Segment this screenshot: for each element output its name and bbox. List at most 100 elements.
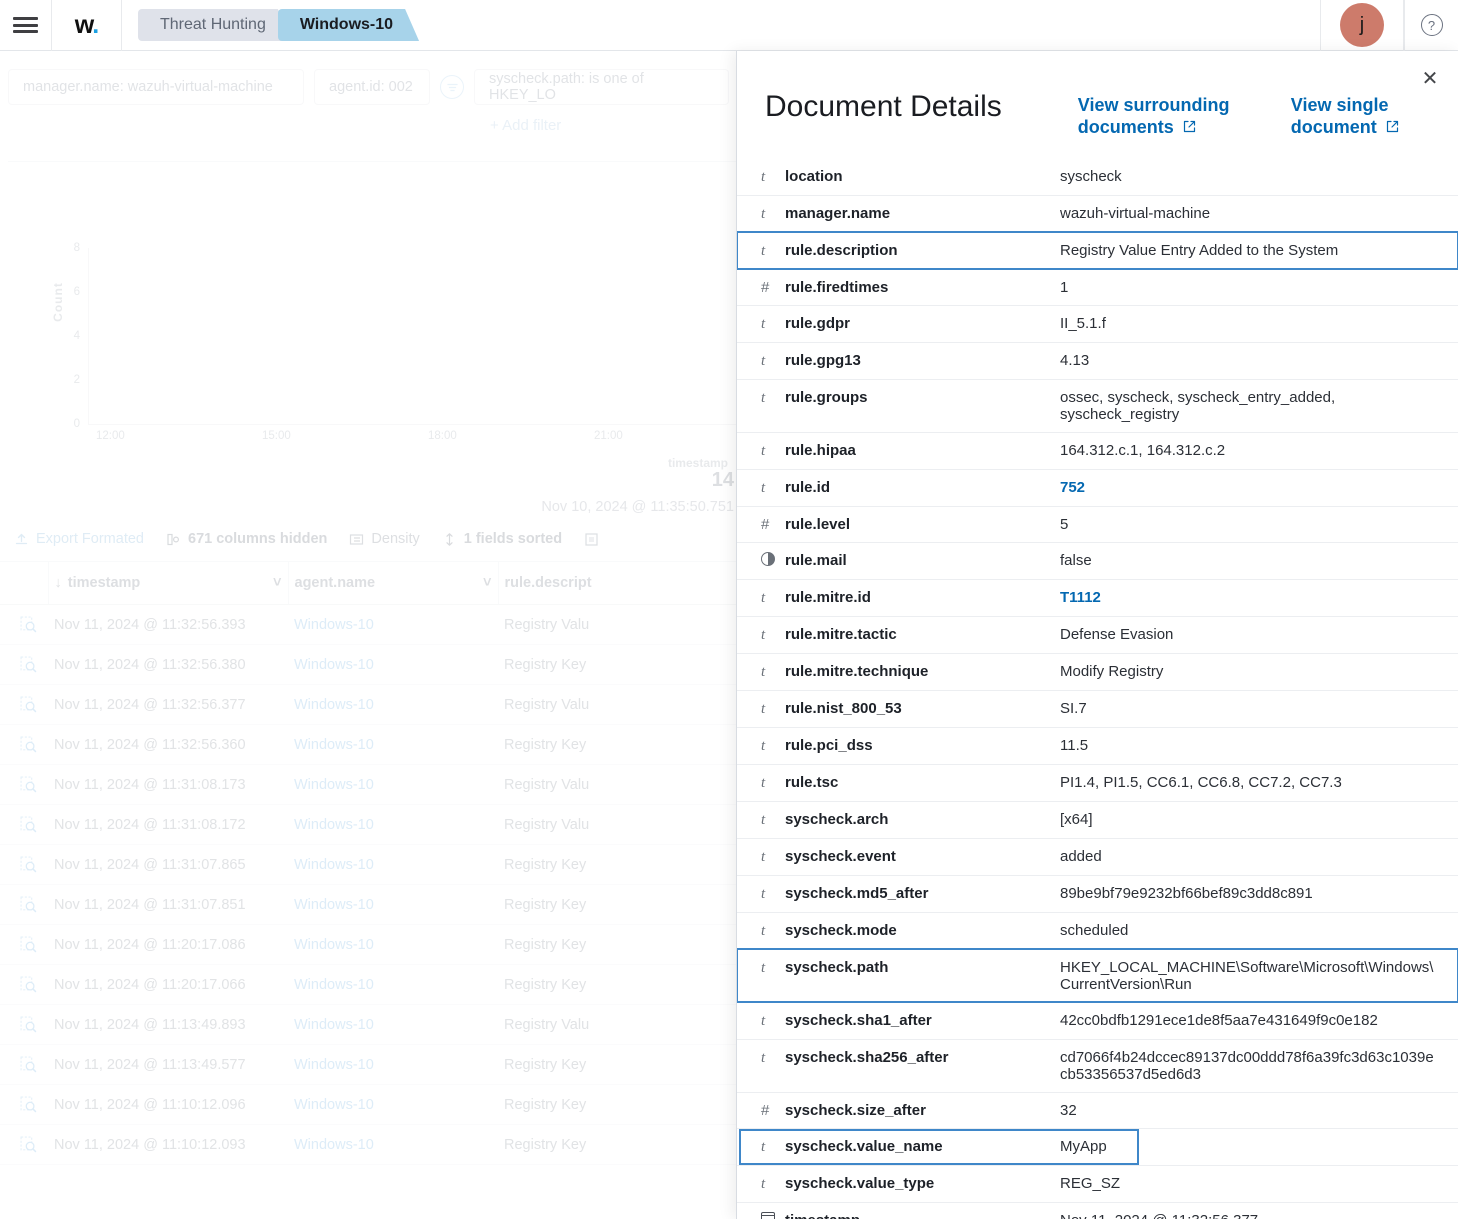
agent-link[interactable]: Windows-10: [294, 1137, 374, 1153]
table-row[interactable]: Nov 11, 2024 @ 11:32:56.360 Windows-10 Reg…: [0, 724, 748, 765]
document-field-row[interactable]: t rule.groups ossec, syscheck, syscheck_en…: [737, 379, 1458, 433]
table-row[interactable]: Nov 11, 2024 @ 11:13:49.893 Windows-10 Reg…: [0, 1004, 748, 1045]
expand-row-button[interactable]: [0, 804, 48, 845]
document-field-row[interactable]: t syscheck.value_type REG_SZ: [737, 1165, 1458, 1203]
expand-row-button[interactable]: [0, 844, 48, 885]
table-row[interactable]: Nov 11, 2024 @ 11:32:56.380 Windows-10 Reg…: [0, 644, 748, 685]
cell-agent-name[interactable]: Windows-10: [288, 964, 498, 1005]
cell-agent-name[interactable]: Windows-10: [288, 804, 498, 845]
expand-row-button[interactable]: [0, 884, 48, 925]
expand-row-button[interactable]: [0, 604, 48, 645]
fields-sorted-button[interactable]: 1 fields sorted: [442, 531, 562, 547]
document-field-row[interactable]: t syscheck.mode scheduled: [737, 912, 1458, 950]
wazuh-logo[interactable]: w.: [52, 0, 122, 51]
field-value[interactable]: 752: [1056, 469, 1458, 506]
agent-link[interactable]: Windows-10: [294, 897, 374, 913]
cell-agent-name[interactable]: Windows-10: [288, 604, 498, 645]
expand-row-button[interactable]: [0, 684, 48, 725]
cell-agent-name[interactable]: Windows-10: [288, 644, 498, 685]
agent-link[interactable]: Windows-10: [294, 1057, 374, 1073]
document-field-row[interactable]: t rule.mitre.id T1112: [737, 579, 1458, 617]
document-field-row[interactable]: t syscheck.arch [x64]: [737, 801, 1458, 839]
table-row[interactable]: Nov 11, 2024 @ 11:31:07.865 Windows-10 Reg…: [0, 844, 748, 885]
fullscreen-button[interactable]: [584, 532, 599, 547]
document-field-row[interactable]: t rule.pci_dss 11.5: [737, 727, 1458, 765]
cell-agent-name[interactable]: Windows-10: [288, 884, 498, 925]
help-button[interactable]: ?: [1404, 0, 1458, 51]
view-single-document-link[interactable]: View single document: [1291, 95, 1428, 139]
document-field-row[interactable]: t rule.tsc PI1.4, PI1.5, CC6.1, CC6.8, CC7…: [737, 764, 1458, 802]
document-field-row[interactable]: t location syscheck: [737, 159, 1458, 196]
agent-link[interactable]: Windows-10: [294, 977, 374, 993]
expand-row-button[interactable]: [0, 1084, 48, 1125]
document-field-row[interactable]: t rule.mitre.tactic Defense Evasion: [737, 616, 1458, 654]
close-icon[interactable]: ✕: [1418, 67, 1442, 91]
expand-row-button[interactable]: [0, 1004, 48, 1045]
column-header-rule-description[interactable]: rule.descript: [498, 562, 748, 605]
table-row[interactable]: Nov 11, 2024 @ 11:20:17.066 Windows-10 Reg…: [0, 964, 748, 1005]
field-value[interactable]: T1112: [1056, 579, 1458, 616]
tab-windows-10[interactable]: Windows-10: [278, 9, 419, 41]
cell-agent-name[interactable]: Windows-10: [288, 724, 498, 765]
agent-link[interactable]: Windows-10: [294, 737, 374, 753]
document-field-row[interactable]: rule.mail false: [737, 542, 1458, 580]
export-formatted-button[interactable]: Export Formated: [14, 531, 144, 547]
filter-pill-syscheck-path[interactable]: syscheck.path: is one of HKEY_LO: [474, 69, 729, 105]
document-field-row[interactable]: t rule.hipaa 164.312.c.1, 164.312.c.2: [737, 432, 1458, 470]
document-field-row[interactable]: # rule.firedtimes 1: [737, 269, 1458, 306]
document-field-row[interactable]: t syscheck.event added: [737, 838, 1458, 876]
cell-agent-name[interactable]: Windows-10: [288, 1004, 498, 1045]
document-field-row[interactable]: t syscheck.md5_after 89be9bf79e9232bf66bef…: [737, 875, 1458, 913]
column-header-agent-name[interactable]: agent.name ˅: [288, 562, 499, 605]
document-field-row[interactable]: t rule.description Registry Value Entry Ad…: [737, 231, 1458, 271]
document-field-row[interactable]: t rule.gpg13 4.13: [737, 342, 1458, 380]
expand-row-button[interactable]: [0, 924, 48, 965]
table-row[interactable]: Nov 11, 2024 @ 11:31:07.851 Windows-10 Reg…: [0, 884, 748, 925]
columns-hidden-button[interactable]: 671 columns hidden: [166, 531, 327, 547]
document-field-row[interactable]: t rule.mitre.technique Modify Registry: [737, 653, 1458, 691]
expand-row-button[interactable]: [0, 764, 48, 805]
document-field-row[interactable]: t rule.id 752: [737, 469, 1458, 507]
document-field-row[interactable]: t rule.nist_800_53 SI.7: [737, 690, 1458, 728]
table-row[interactable]: Nov 11, 2024 @ 11:10:12.093 Windows-10 Reg…: [0, 1124, 748, 1165]
filter-pill-agent-id[interactable]: agent.id: 002: [314, 69, 430, 105]
document-field-row[interactable]: # rule.level 5: [737, 506, 1458, 543]
document-field-row[interactable]: timestampNov 11, 2024 @ 11:32:56.377: [737, 1202, 1458, 1219]
agent-link[interactable]: Windows-10: [294, 1097, 374, 1113]
agent-link[interactable]: Windows-10: [294, 657, 374, 673]
document-field-row[interactable]: t rule.gdpr II_5.1.f: [737, 305, 1458, 343]
document-field-row[interactable]: t manager.name wazuh-virtual-machine: [737, 195, 1458, 233]
agent-link[interactable]: Windows-10: [294, 777, 374, 793]
table-row[interactable]: Nov 11, 2024 @ 11:20:17.086 Windows-10 Reg…: [0, 924, 748, 965]
expand-row-button[interactable]: [0, 1124, 48, 1165]
chevron-down-icon[interactable]: ˅: [483, 575, 491, 591]
agent-link[interactable]: Windows-10: [294, 817, 374, 833]
agent-link[interactable]: Windows-10: [294, 697, 374, 713]
cell-agent-name[interactable]: Windows-10: [288, 1084, 498, 1125]
table-row[interactable]: Nov 11, 2024 @ 11:31:08.172 Windows-10 Reg…: [0, 804, 748, 845]
table-row[interactable]: Nov 11, 2024 @ 11:32:56.393 Windows-10 Reg…: [0, 604, 748, 645]
menu-toggle-button[interactable]: [0, 0, 52, 51]
cell-agent-name[interactable]: Windows-10: [288, 924, 498, 965]
cell-agent-name[interactable]: Windows-10: [288, 844, 498, 885]
table-row[interactable]: Nov 11, 2024 @ 11:10:12.096 Windows-10 Reg…: [0, 1084, 748, 1125]
table-row[interactable]: Nov 11, 2024 @ 11:13:49.577 Windows-10 Reg…: [0, 1044, 748, 1085]
column-header-timestamp[interactable]: ↓ timestamp ˅: [48, 562, 289, 605]
density-button[interactable]: Density: [349, 531, 420, 547]
filter-icon[interactable]: [440, 75, 464, 99]
view-surrounding-documents-link[interactable]: View surrounding documents: [1078, 95, 1233, 139]
user-menu-button[interactable]: j: [1320, 0, 1404, 51]
table-row[interactable]: Nov 11, 2024 @ 11:31:08.173 Windows-10 Reg…: [0, 764, 748, 805]
document-field-row[interactable]: t syscheck.path HKEY_LOCAL_MACHINE\Softwar…: [737, 948, 1458, 1004]
cell-agent-name[interactable]: Windows-10: [288, 764, 498, 805]
filter-pill-manager-name[interactable]: manager.name: wazuh-virtual-machine: [8, 69, 304, 105]
document-field-row[interactable]: t syscheck.sha1_after 42cc0bdfb1291ece1de8…: [737, 1002, 1458, 1040]
expand-row-button[interactable]: [0, 1044, 48, 1085]
expand-row-button[interactable]: [0, 724, 48, 765]
agent-link[interactable]: Windows-10: [294, 1017, 374, 1033]
agent-link[interactable]: Windows-10: [294, 937, 374, 953]
document-field-row[interactable]: # syscheck.size_after 32: [737, 1092, 1458, 1129]
expand-row-button[interactable]: [0, 964, 48, 1005]
cell-agent-name[interactable]: Windows-10: [288, 1124, 498, 1165]
chevron-down-icon[interactable]: ˅: [273, 575, 281, 591]
